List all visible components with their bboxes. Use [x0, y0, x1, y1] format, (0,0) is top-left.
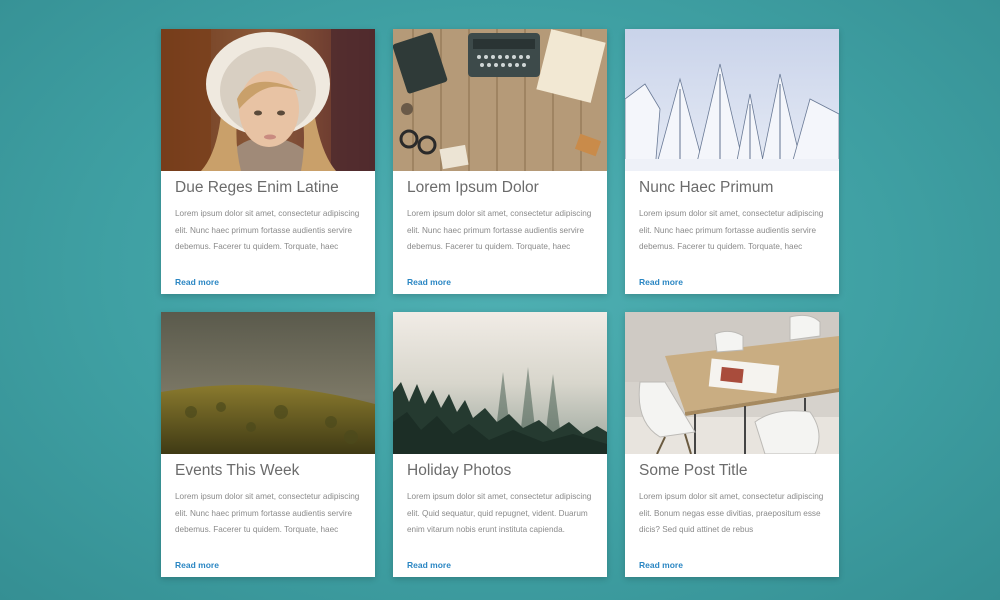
- photo-desk-typewriter-icon[interactable]: [393, 29, 607, 171]
- photo-table-chairs-icon[interactable]: [625, 312, 839, 454]
- read-more-link[interactable]: Read more: [639, 560, 683, 570]
- photo-girl-in-hood-icon[interactable]: [161, 29, 375, 171]
- card-excerpt: Lorem ipsum dolor sit amet, consectetur …: [407, 209, 592, 251]
- post-card: Lorem Ipsum Dolor Lorem ipsum dolor sit …: [393, 29, 607, 294]
- card-excerpt: Lorem ipsum dolor sit amet, consectetur …: [175, 209, 360, 251]
- card-title[interactable]: Events This Week: [175, 462, 361, 480]
- read-more-link[interactable]: Read more: [175, 560, 219, 570]
- card-excerpt: Lorem ipsum dolor sit amet, consectetur …: [639, 492, 824, 534]
- post-card: Some Post Title Lorem ipsum dolor sit am…: [625, 312, 839, 577]
- card-title[interactable]: Nunc Haec Primum: [639, 179, 825, 197]
- read-more-link[interactable]: Read more: [407, 560, 451, 570]
- card-excerpt: Lorem ipsum dolor sit amet, consectetur …: [175, 492, 360, 534]
- read-more-link[interactable]: Read more: [175, 277, 219, 287]
- read-more-link[interactable]: Read more: [639, 277, 683, 287]
- read-more-link[interactable]: Read more: [407, 277, 451, 287]
- card-title[interactable]: Due Reges Enim Latine: [175, 179, 361, 197]
- card-grid: Due Reges Enim Latine Lorem ipsum dolor …: [161, 29, 839, 577]
- post-card: Due Reges Enim Latine Lorem ipsum dolor …: [161, 29, 375, 294]
- photo-foggy-hill-icon[interactable]: [161, 312, 375, 454]
- card-excerpt: Lorem ipsum dolor sit amet, consectetur …: [639, 209, 824, 251]
- photo-snowy-trees-icon[interactable]: [625, 29, 839, 171]
- post-card: Events This Week Lorem ipsum dolor sit a…: [161, 312, 375, 577]
- post-card: Holiday Photos Lorem ipsum dolor sit ame…: [393, 312, 607, 577]
- photo-misty-forest-icon[interactable]: [393, 312, 607, 454]
- card-excerpt: Lorem ipsum dolor sit amet, consectetur …: [407, 492, 592, 534]
- card-title[interactable]: Lorem Ipsum Dolor: [407, 179, 593, 197]
- card-title[interactable]: Some Post Title: [639, 462, 825, 480]
- post-card: Nunc Haec Primum Lorem ipsum dolor sit a…: [625, 29, 839, 294]
- card-title[interactable]: Holiday Photos: [407, 462, 593, 480]
